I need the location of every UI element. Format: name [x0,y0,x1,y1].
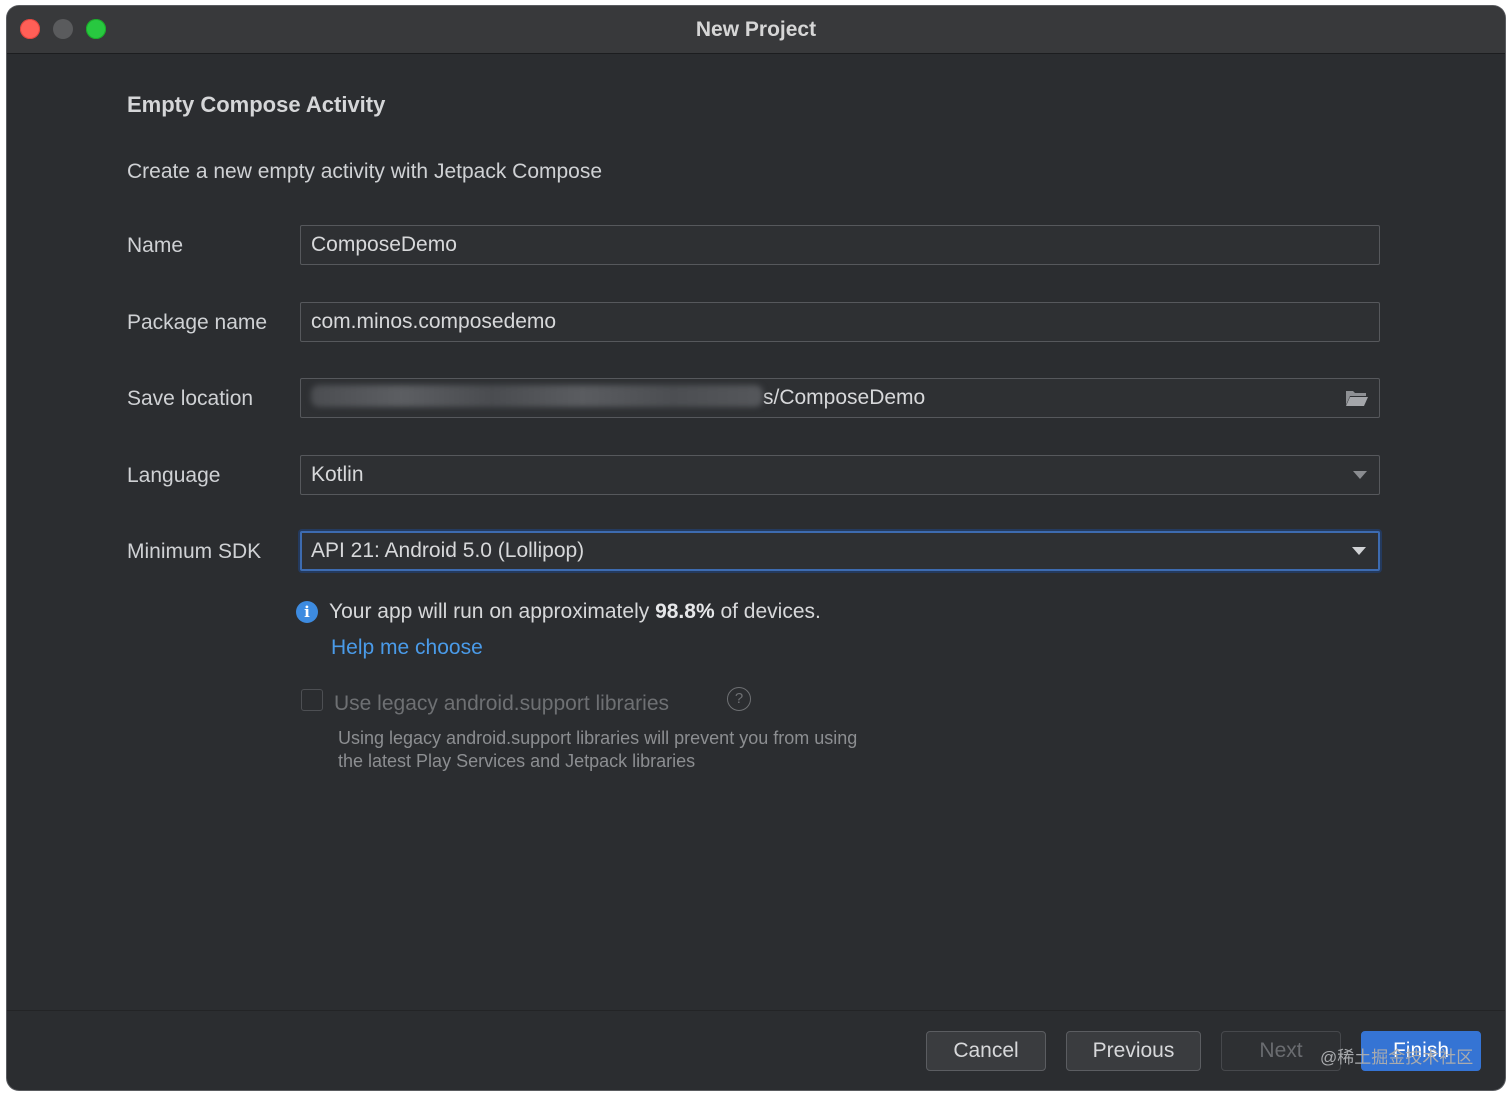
language-value: Kotlin [311,463,364,486]
name-label: Name [127,234,184,257]
coverage-percent: 98.8% [655,600,715,623]
watermark: @稀土掘金技术社区 [1320,1048,1474,1067]
minimum-sdk-value: API 21: Android 5.0 (Lollipop) [311,539,585,562]
page-title: Empty Compose Activity [127,92,386,117]
coverage-prefix: Your app will run on approximately [329,600,656,623]
minimum-sdk-select[interactable]: API 21: Android 5.0 (Lollipop) [300,531,1380,571]
title-bar: New Project [7,6,1505,54]
chevron-down-icon [1352,547,1366,555]
hint-line-1: Using legacy android.support libraries w… [338,728,858,748]
name-field[interactable]: ComposeDemo [300,225,1380,265]
save-location-value: s/ComposeDemo [763,386,926,409]
redacted-path [311,385,763,408]
folder-open-icon[interactable] [1345,388,1369,408]
help-me-choose-link[interactable]: Help me choose [331,636,483,660]
hint-line-2: the latest Play Services and Jetpack lib… [338,751,696,771]
minimum-sdk-label: Minimum SDK [127,540,262,563]
window-title: New Project [695,18,817,41]
save-location-field[interactable]: s/ComposeDemo [300,378,1380,418]
package-name-field[interactable]: com.minos.composedemo [300,302,1380,342]
info-icon: i [296,601,318,623]
legacy-support-label[interactable]: Use legacy android.support libraries [334,692,669,716]
coverage-suffix: of devices. [714,600,821,623]
new-project-window: New Project Empty Compose Activity Creat… [7,6,1505,1090]
help-question-icon[interactable]: ? [727,687,751,711]
legacy-support-hint: Using legacy android.support libraries w… [338,727,938,773]
footer-divider [7,1010,1505,1011]
save-location-label: Save location [127,387,254,410]
cancel-button[interactable]: Cancel [926,1031,1046,1071]
legacy-support-checkbox[interactable] [301,689,323,711]
language-select[interactable]: Kotlin [300,455,1380,495]
previous-button[interactable]: Previous [1066,1031,1201,1071]
device-coverage-info: i Your app will run on approximately 98.… [296,600,821,624]
language-label: Language [127,464,221,487]
page-description: Create a new empty activity with Jetpack… [127,160,603,183]
chevron-down-icon [1353,471,1367,479]
package-name-label: Package name [127,311,268,334]
